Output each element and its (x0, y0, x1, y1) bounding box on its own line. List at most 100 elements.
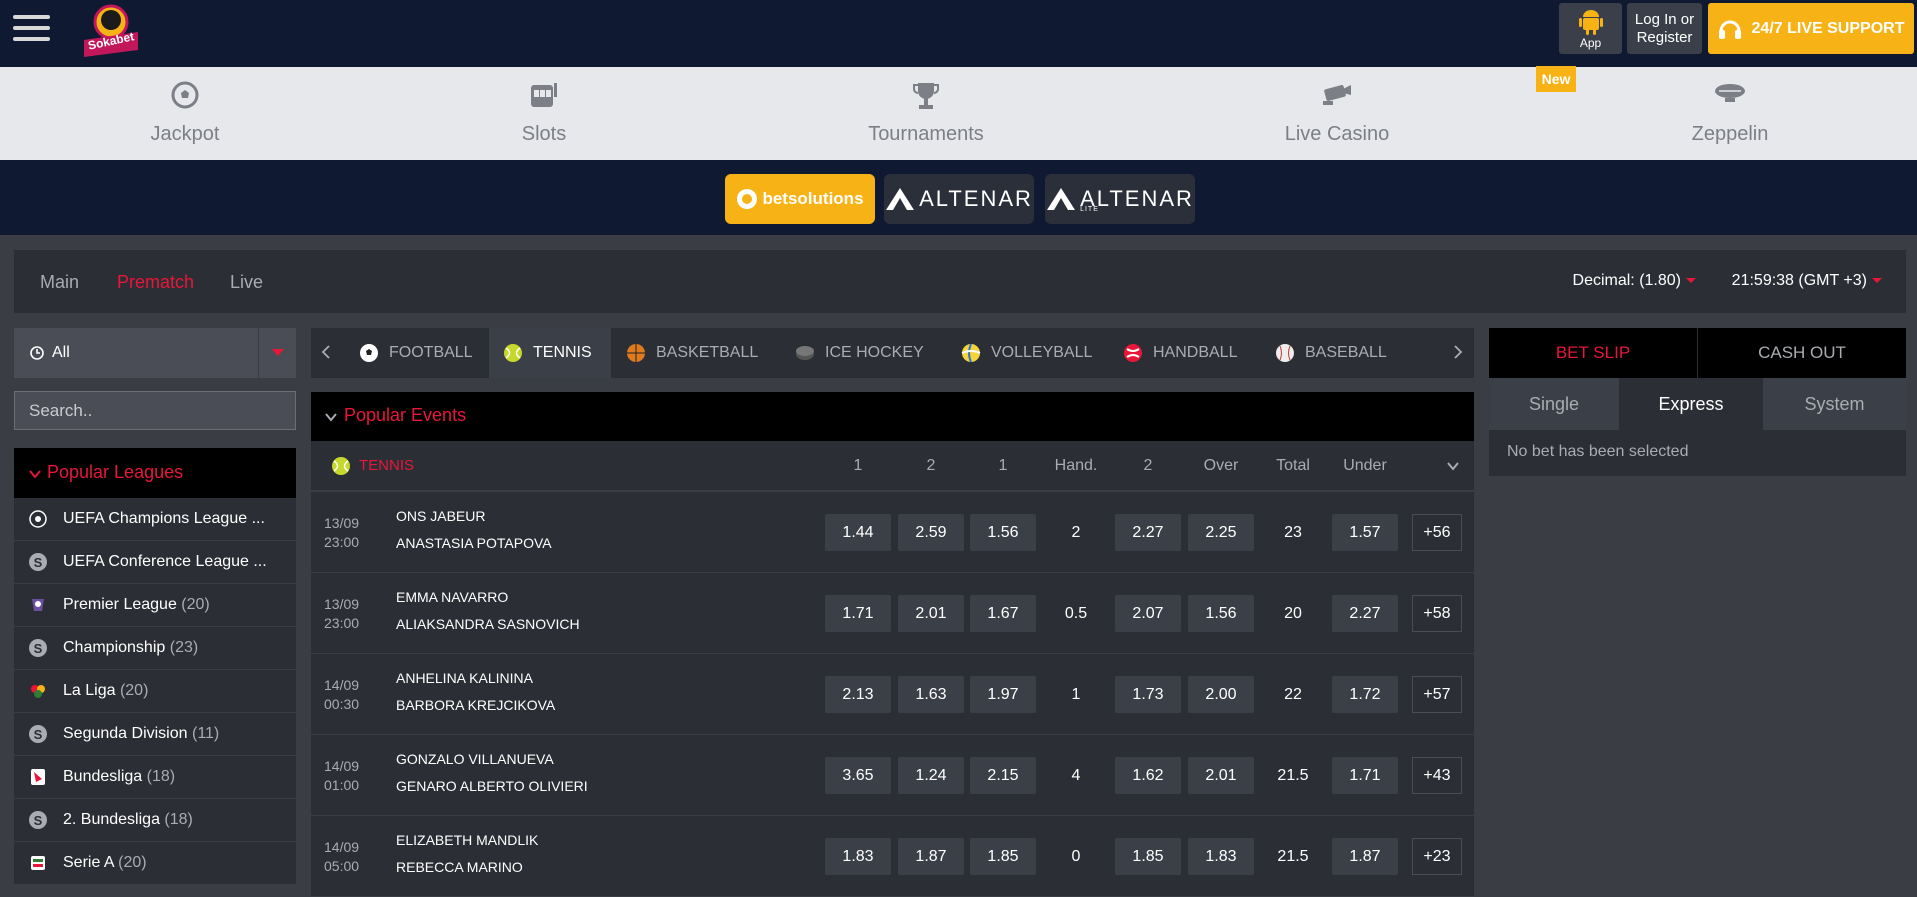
odds-button[interactable]: 1.67 (970, 595, 1036, 632)
market-column-header: TENNIS 1 2 1 Hand. 2 Over Total Under (311, 441, 1474, 491)
tab-main[interactable]: Main (40, 272, 79, 293)
league-item[interactable]: Premier League (20) (14, 584, 296, 627)
sport-tab-baseball[interactable]: BASEBALL (1261, 328, 1401, 378)
more-markets-button[interactable]: +56 (1412, 514, 1462, 551)
bet-type-system[interactable]: System (1763, 378, 1906, 430)
category-jackpot[interactable]: Jackpot (110, 67, 260, 160)
sports-tab-bar: FOOTBALL TENNIS BASKETBALL ICE HOCKEY VO… (311, 328, 1474, 378)
odds-button[interactable]: 1.57 (1332, 514, 1398, 551)
clock-select[interactable]: 21:59:38 (GMT +3) (1732, 272, 1882, 290)
category-zeppelin[interactable]: Zeppelin (1655, 67, 1805, 160)
category-tournaments[interactable]: Tournaments (851, 67, 1001, 160)
odds-button[interactable]: 2.59 (898, 514, 964, 551)
bet-type-express[interactable]: Express (1619, 378, 1763, 430)
league-item[interactable]: Bundesliga (18) (14, 756, 296, 799)
odds-button[interactable]: 2.15 (970, 757, 1036, 794)
app-download-button[interactable]: App (1559, 3, 1622, 54)
provider-betsolutions[interactable]: betsolutions (725, 174, 875, 224)
league-item[interactable]: S 2. Bundesliga (18) (14, 799, 296, 842)
league-item[interactable]: UEFA Champions League ... (14, 498, 296, 541)
odds-button[interactable]: 1.56 (1188, 595, 1254, 632)
odds-button[interactable]: 1.24 (898, 757, 964, 794)
sport-tab-football[interactable]: FOOTBALL (345, 328, 487, 378)
new-badge: New (1536, 66, 1576, 92)
sokabet-logo[interactable]: Sokabet (78, 2, 144, 62)
league-item[interactable]: S UEFA Conference League ... (14, 541, 296, 584)
chevron-right-icon[interactable] (1453, 345, 1463, 359)
more-markets-button[interactable]: +43 (1412, 757, 1462, 794)
league-item[interactable]: Serie A (20) (14, 842, 296, 885)
menu-icon[interactable] (13, 15, 50, 42)
tab-live[interactable]: Live (230, 272, 263, 293)
odds-button[interactable]: 1.87 (1332, 838, 1398, 875)
odds-button[interactable]: 1.63 (898, 676, 964, 713)
category-live-casino[interactable]: Live Casino (1262, 67, 1412, 160)
provider-altenar[interactable]: ALTENAR (884, 174, 1034, 224)
odds-button[interactable]: 1.73 (1115, 676, 1181, 713)
tab-bet-slip[interactable]: BET SLIP (1489, 328, 1697, 378)
odds-button[interactable]: 1.56 (970, 514, 1036, 551)
bet-type-single[interactable]: Single (1489, 378, 1619, 430)
odds-button[interactable]: 2.01 (1188, 757, 1254, 794)
odds-button[interactable]: 1.83 (1188, 838, 1254, 875)
odds-button[interactable]: 1.71 (1332, 757, 1398, 794)
category-slots[interactable]: Slots (469, 67, 619, 160)
more-markets-button[interactable]: +57 (1412, 676, 1462, 713)
filter-label: All (52, 344, 70, 361)
sport-label: ICE HOCKEY (825, 344, 924, 361)
svg-text:S: S (34, 555, 43, 570)
more-markets-button[interactable]: +58 (1412, 595, 1462, 632)
team-home: ONS JABEUR (396, 508, 486, 524)
sport-tab-volleyball[interactable]: VOLLEYBALL (947, 328, 1106, 378)
league-item[interactable]: S Segunda Division (11) (14, 713, 296, 756)
odds-button[interactable]: 2.13 (825, 676, 891, 713)
chevron-down-icon[interactable] (1446, 461, 1460, 471)
tab-prematch[interactable]: Prematch (117, 272, 194, 293)
camera-icon (1323, 85, 1351, 105)
popular-events-header[interactable]: Popular Events (311, 392, 1474, 441)
event-row[interactable]: 14/09 00:30 ANHELINA KALININA BARBORA KREJC… (311, 654, 1474, 735)
odds-format-select[interactable]: Decimal: (1.80) (1573, 272, 1696, 290)
event-row[interactable]: 14/09 05:00 ELIZABETH MANDLIK REBECCA MARIN… (311, 816, 1474, 897)
odds-button[interactable]: 1.71 (825, 595, 891, 632)
odds-button[interactable]: 1.62 (1115, 757, 1181, 794)
team-away: ALIAKSANDRA SASNOVICH (396, 616, 580, 632)
odds-button[interactable]: 2.27 (1115, 514, 1181, 551)
league-item[interactable]: La Liga (20) (14, 670, 296, 713)
league-item[interactable]: S Championship (23) (14, 627, 296, 670)
odds-button[interactable]: 2.01 (898, 595, 964, 632)
tab-cash-out[interactable]: CASH OUT (1698, 328, 1906, 378)
event-row[interactable]: 13/09 23:00 EMMA NAVARRO ALIAKSANDRA SASNOV… (311, 573, 1474, 654)
sport-tab-ice-hockey[interactable]: ICE HOCKEY (781, 328, 938, 378)
login-register-button[interactable]: Log In or Register (1627, 3, 1702, 54)
chevron-left-icon[interactable] (321, 345, 331, 359)
sport-tab-handball[interactable]: HANDBALL (1109, 328, 1251, 378)
event-row[interactable]: 13/09 23:00 ONS JABEUR ANASTASIA POTAPOVA 1.… (311, 492, 1474, 573)
provider-altenar-lite[interactable]: ALTENAR LITE (1045, 174, 1195, 224)
sport-tab-basketball[interactable]: BASKETBALL (612, 328, 772, 378)
clock-icon (30, 346, 44, 360)
odds-button[interactable]: 2.25 (1188, 514, 1254, 551)
odds-button[interactable]: 1.83 (825, 838, 891, 875)
odds-button[interactable]: 1.44 (825, 514, 891, 551)
live-support-button[interactable]: 24/7 LIVE SUPPORT (1708, 3, 1914, 54)
odds-button[interactable]: 2.27 (1332, 595, 1398, 632)
odds-button[interactable]: 1.72 (1332, 676, 1398, 713)
odds-button[interactable]: 1.87 (898, 838, 964, 875)
search-input[interactable] (14, 391, 296, 430)
odds-button[interactable]: 3.65 (825, 757, 891, 794)
popular-leagues-header[interactable]: Popular Leagues (14, 448, 296, 498)
odds-button[interactable]: 1.97 (970, 676, 1036, 713)
more-markets-button[interactable]: +23 (1412, 838, 1462, 875)
sport-label: FOOTBALL (389, 344, 473, 361)
odds-button[interactable]: 1.85 (970, 838, 1036, 875)
top-bar: Sokabet App Log In or Register 24/7 LIVE… (0, 0, 1917, 67)
event-row[interactable]: 14/09 01:00 GONZALO VILLANUEVA GENARO ALBER… (311, 735, 1474, 816)
sport-tab-tennis[interactable]: TENNIS (489, 328, 611, 378)
sport-filter-select[interactable]: All (14, 328, 296, 378)
filter-dropdown-toggle[interactable] (258, 328, 296, 378)
odds-button[interactable]: 2.07 (1115, 595, 1181, 632)
odds-button[interactable]: 1.85 (1115, 838, 1181, 875)
market-line: 0.5 (1064, 605, 1088, 622)
odds-button[interactable]: 2.00 (1188, 676, 1254, 713)
